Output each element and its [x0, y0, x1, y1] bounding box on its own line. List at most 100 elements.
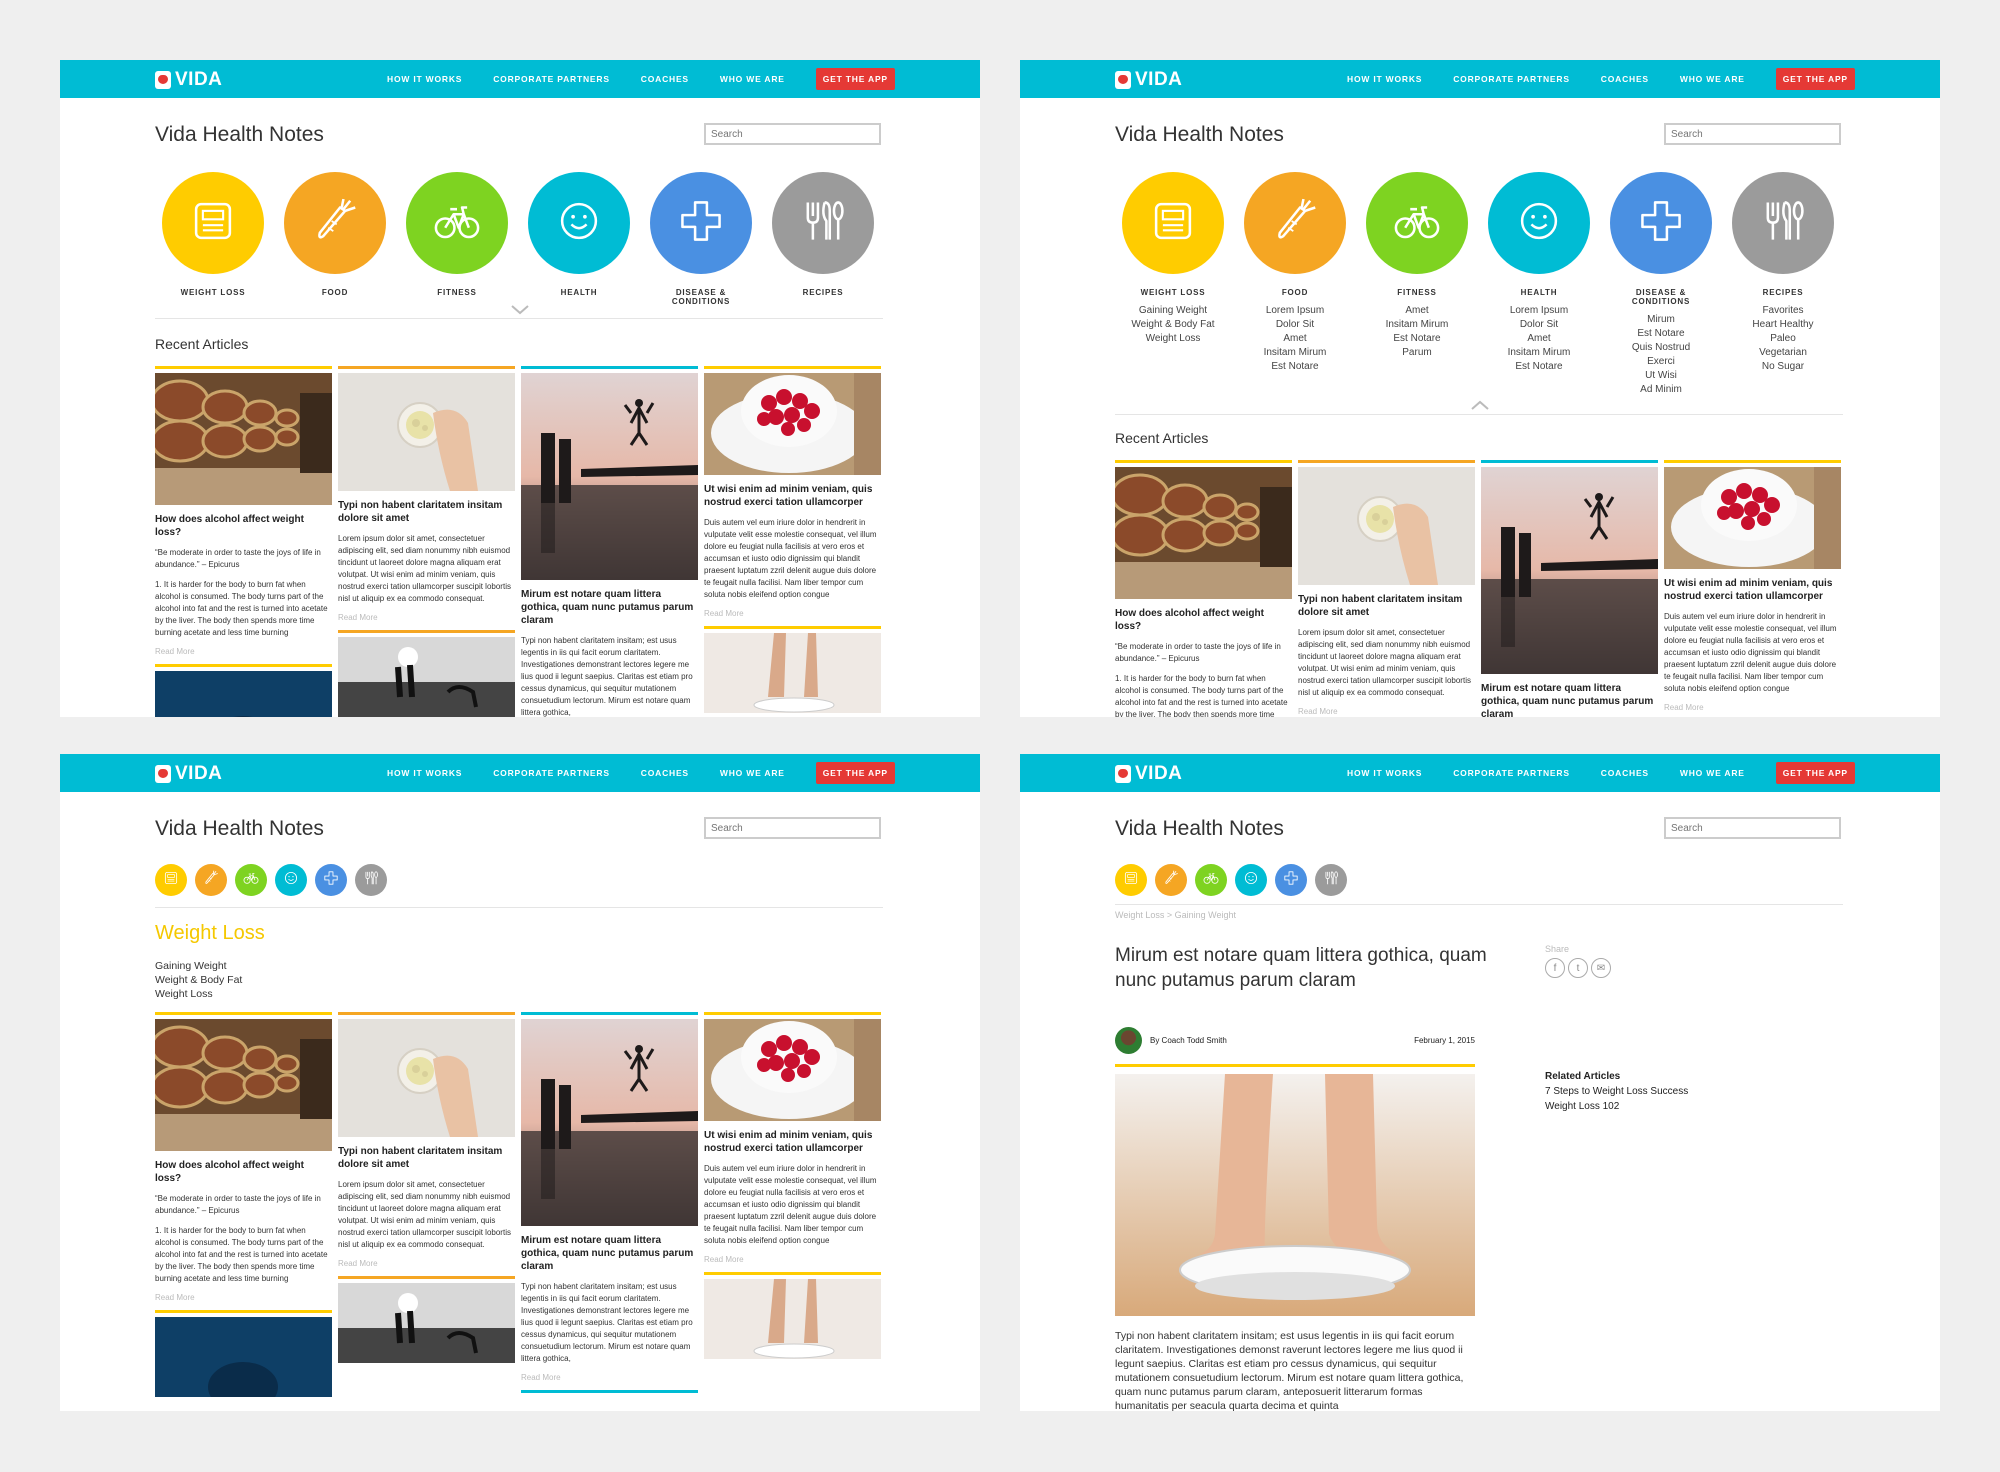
category-sublink[interactable]: Insitam Mirum	[1244, 346, 1346, 360]
read-more-link[interactable]: Read More	[1298, 707, 1475, 716]
category-sublink[interactable]: Exerci	[1610, 355, 1712, 369]
read-more-link[interactable]: Read More	[1664, 703, 1841, 712]
read-more-link[interactable]: Read More	[338, 613, 515, 622]
nav-link-who-we-are[interactable]: WHO WE ARE	[720, 768, 785, 778]
article-card[interactable]: How does alcohol affect weight loss? “Be …	[155, 1012, 332, 1397]
category-mini-fitness[interactable]	[1195, 864, 1227, 896]
nav-link-how-it-works[interactable]: HOW IT WORKS	[1347, 768, 1422, 778]
category-circle[interactable]	[406, 172, 508, 274]
search-input[interactable]	[704, 123, 881, 145]
article-title[interactable]: Mirum est notare quam littera gothica, q…	[521, 588, 698, 627]
category-circle[interactable]	[1366, 172, 1468, 274]
nav-link-coaches[interactable]: COACHES	[1601, 74, 1649, 84]
raspberries-photo[interactable]	[1664, 467, 1841, 569]
category-mini-recipes[interactable]	[1315, 864, 1347, 896]
category-mini-recipes[interactable]	[355, 864, 387, 896]
category-disease-and-conditions[interactable]: DISEASE & CONDITIONS Mirum Est Notare Quis …	[1610, 172, 1712, 397]
category-fitness[interactable]: FITNESS Amet Insitam Mirum Est Notare Parum	[1366, 172, 1468, 397]
article-title[interactable]: Ut wisi enim ad minim veniam, quis nostr…	[1664, 577, 1841, 603]
article-title[interactable]: Ut wisi enim ad minim veniam, quis nostr…	[704, 1129, 881, 1155]
category-circle[interactable]	[284, 172, 386, 274]
category-mini-health[interactable]	[1235, 864, 1267, 896]
runners-photo[interactable]	[338, 1283, 515, 1363]
category-sublink[interactable]: Ut Wisi	[1610, 369, 1712, 383]
category-health[interactable]: HEALTH	[528, 172, 630, 306]
nav-link-corporate-partners[interactable]: CORPORATE PARTNERS	[1453, 768, 1570, 778]
search-input[interactable]	[1664, 123, 1841, 145]
category-sublink[interactable]: Amet	[1488, 332, 1590, 346]
category-sublink[interactable]: Quis Nostrud	[1610, 341, 1712, 355]
nav-link-corporate-partners[interactable]: CORPORATE PARTNERS	[1453, 74, 1570, 84]
raspberries-photo[interactable]	[704, 373, 881, 475]
article-card[interactable]: Ut wisi enim ad minim veniam, quis nostr…	[1664, 460, 1841, 717]
category-health[interactable]: HEALTH Lorem Ipsum Dolor Sit Amet Insitam Mi…	[1488, 172, 1590, 397]
nav-link-coaches[interactable]: COACHES	[1601, 768, 1649, 778]
category-food[interactable]: FOOD	[284, 172, 386, 306]
twitter-icon[interactable]: t	[1568, 958, 1588, 978]
category-circle[interactable]	[650, 172, 752, 274]
article-card[interactable]: Mirum est notare quam littera gothica, q…	[521, 366, 698, 717]
category-sublink[interactable]: Mirum	[1610, 313, 1712, 327]
category-sublink[interactable]: Amet	[1366, 304, 1468, 318]
category-circle[interactable]	[528, 172, 630, 274]
category-sublink[interactable]: Dolor Sit	[1488, 318, 1590, 332]
article-title[interactable]: How does alcohol affect weight loss?	[155, 1159, 332, 1185]
pier-jump-photo[interactable]	[521, 373, 698, 580]
read-more-link[interactable]: Read More	[338, 1259, 515, 1268]
barrels-photo[interactable]	[155, 373, 332, 505]
nav-link-how-it-works[interactable]: HOW IT WORKS	[387, 768, 462, 778]
category-mini-health[interactable]	[275, 864, 307, 896]
pier-jump-photo[interactable]	[1481, 467, 1658, 674]
category-mini-fitness[interactable]	[235, 864, 267, 896]
nav-link-who-we-are[interactable]: WHO WE ARE	[1680, 74, 1745, 84]
get-the-app-button[interactable]: GET THE APP	[1775, 762, 1855, 784]
scale-feet-photo[interactable]	[704, 1279, 881, 1359]
category-weight-loss[interactable]: WEIGHT LOSS Gaining Weight Weight & Body F…	[1122, 172, 1224, 397]
article-card[interactable]: Ut wisi enim ad minim veniam, quis nostr…	[704, 366, 881, 717]
category-sublink[interactable]: Insitam Mirum	[1366, 318, 1468, 332]
nav-link-corporate-partners[interactable]: CORPORATE PARTNERS	[493, 74, 610, 84]
article-card[interactable]: Typi non habent claritatem insitam dolor…	[338, 366, 515, 717]
article-title[interactable]: Typi non habent claritatem insitam dolor…	[338, 1145, 515, 1171]
read-more-link[interactable]: Read More	[155, 1293, 332, 1302]
category-sublink[interactable]: Lorem Ipsum	[1488, 304, 1590, 318]
article-card[interactable]: Ut wisi enim ad minim veniam, quis nostr…	[704, 1012, 881, 1397]
category-recipes[interactable]: RECIPES	[772, 172, 874, 306]
category-sublink[interactable]: Dolor Sit	[1244, 318, 1346, 332]
article-title[interactable]: How does alcohol affect weight loss?	[1115, 607, 1292, 633]
article-card[interactable]: Typi non habent claritatem insitam dolor…	[338, 1012, 515, 1397]
category-mini-food[interactable]	[1155, 864, 1187, 896]
category-mini-disease-and-conditions[interactable]	[1275, 864, 1307, 896]
raspberries-photo[interactable]	[704, 1019, 881, 1121]
category-sublink[interactable]: Weight & Body Fat	[1122, 318, 1224, 332]
nav-link-how-it-works[interactable]: HOW IT WORKS	[387, 74, 462, 84]
get-the-app-button[interactable]: GET THE APP	[1775, 68, 1855, 90]
runners-photo[interactable]	[338, 637, 515, 717]
category-sublink[interactable]: Vegetarian	[1732, 346, 1834, 360]
category-circle[interactable]	[1122, 172, 1224, 274]
read-more-link[interactable]: Read More	[704, 609, 881, 618]
category-disease-and-conditions[interactable]: DISEASE & CONDITIONS	[650, 172, 752, 306]
article-title[interactable]: How does alcohol affect weight loss?	[155, 513, 332, 539]
nav-link-corporate-partners[interactable]: CORPORATE PARTNERS	[493, 768, 610, 778]
article-title[interactable]: Mirum est notare quam littera gothica, q…	[521, 1234, 698, 1273]
category-circle[interactable]	[162, 172, 264, 274]
breadcrumb[interactable]: Weight Loss > Gaining Weight	[1115, 910, 1236, 920]
category-sublink[interactable]: Lorem Ipsum	[1244, 304, 1346, 318]
facebook-icon[interactable]: f	[1545, 958, 1565, 978]
search-input[interactable]	[704, 817, 881, 839]
nav-link-who-we-are[interactable]: WHO WE ARE	[1680, 768, 1745, 778]
category-sublink[interactable]: Amet	[1244, 332, 1346, 346]
category-mini-weight-loss[interactable]	[155, 864, 187, 896]
underwater-photo[interactable]	[155, 671, 332, 717]
nav-link-coaches[interactable]: COACHES	[641, 74, 689, 84]
related-link[interactable]: Weight Loss 102	[1545, 1099, 1688, 1114]
pier-jump-photo[interactable]	[521, 1019, 698, 1226]
category-circle[interactable]	[1244, 172, 1346, 274]
article-title[interactable]: Ut wisi enim ad minim veniam, quis nostr…	[704, 483, 881, 509]
category-weight-loss[interactable]: WEIGHT LOSS	[162, 172, 264, 306]
category-sublink[interactable]: Insitam Mirum	[1488, 346, 1590, 360]
underwater-photo[interactable]	[155, 1317, 332, 1397]
article-card[interactable]: Mirum est notare quam littera gothica, q…	[521, 1012, 698, 1397]
chevron-down-icon[interactable]	[510, 302, 530, 315]
